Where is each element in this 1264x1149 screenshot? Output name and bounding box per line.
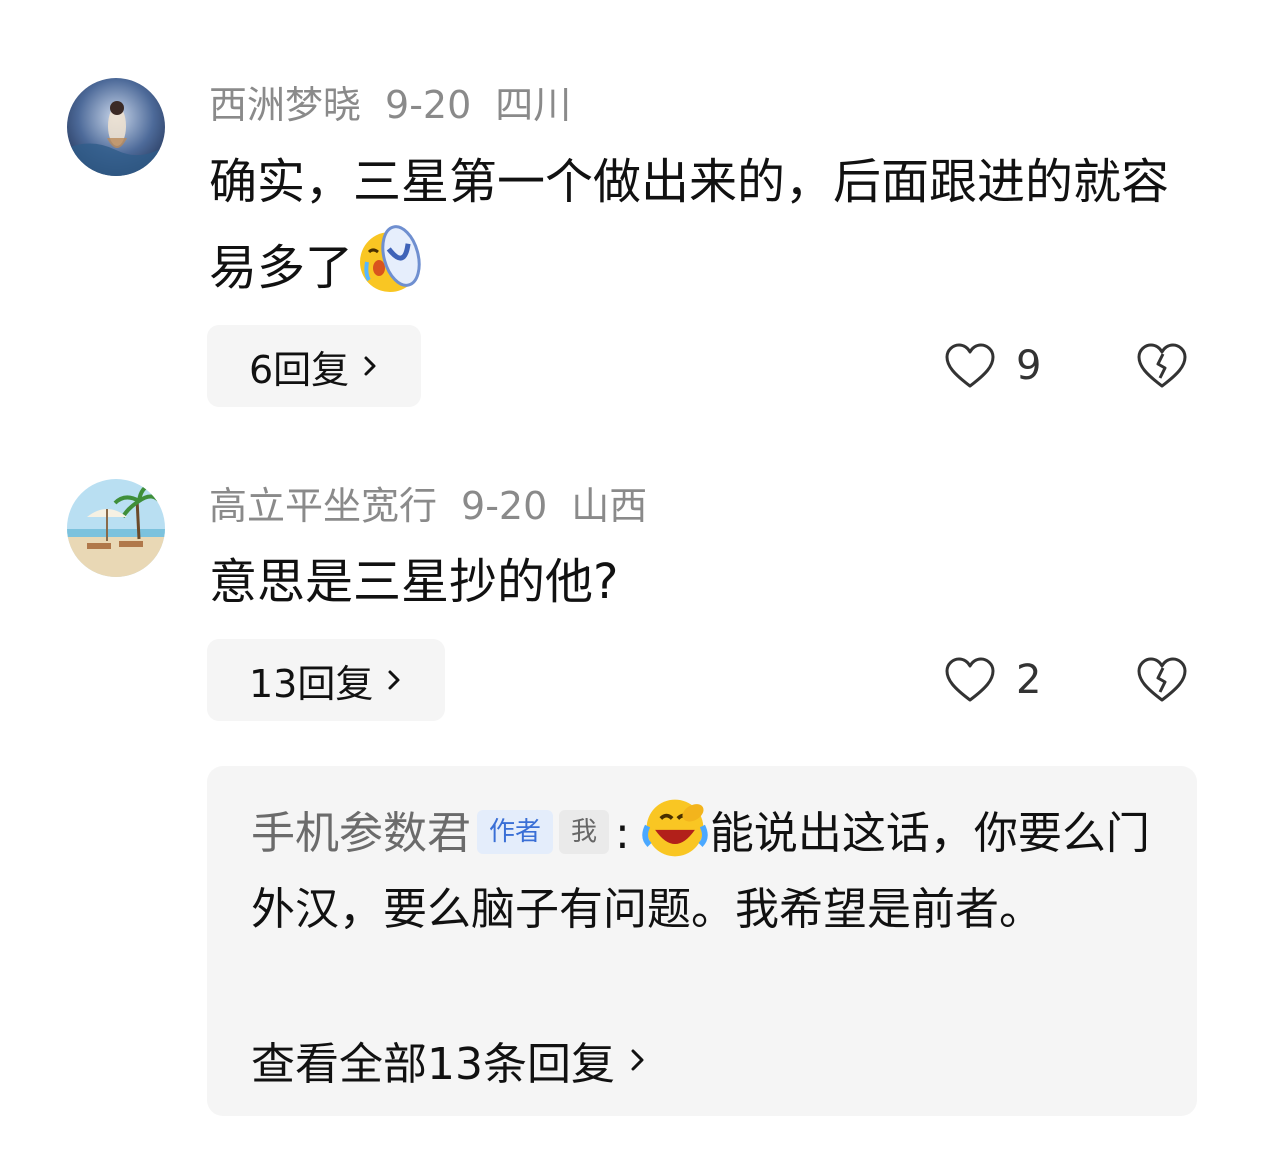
- comment-location: 山西: [571, 484, 648, 528]
- comment-date: 9-20: [385, 83, 472, 127]
- view-all-label: 查看全部13条回复: [251, 1039, 615, 1090]
- replies-button[interactable]: 6回复: [207, 325, 422, 407]
- avatar[interactable]: [67, 78, 165, 176]
- sub-reply-colon: :: [615, 808, 630, 859]
- comment-date: 9-20: [461, 484, 548, 528]
- laughing-crying-emoji-icon: [642, 799, 708, 857]
- crying-flip-flop-emoji-icon: [360, 225, 421, 292]
- comment-location: 四川: [495, 83, 572, 127]
- comment-text: 确实，三星第一个做出来的，后面跟进的就容易多了: [209, 142, 1189, 308]
- like-count: 2: [1016, 657, 1042, 703]
- comment-meta: 高立平坐宽行 9-20 山西: [209, 484, 671, 528]
- avatar[interactable]: [67, 479, 165, 577]
- like-button[interactable]: 9: [944, 342, 1041, 390]
- author-name[interactable]: 高立平坐宽行: [209, 484, 437, 528]
- sub-reply-author[interactable]: 手机参数君: [251, 808, 471, 859]
- heart-icon: [945, 343, 995, 388]
- sub-reply[interactable]: 手机参数君 作者我: 能说出这话，你要么门外汉，要么脑子有问题。我希望是前者。: [251, 792, 1171, 948]
- like-count: 9: [1016, 343, 1042, 389]
- heart-icon: [945, 657, 995, 702]
- replies-label: 13回复: [249, 661, 374, 706]
- like-button[interactable]: 2: [944, 656, 1041, 704]
- view-all-replies-link[interactable]: 查看全部13条回复: [251, 1028, 649, 1092]
- replies-button[interactable]: 13回复: [207, 639, 446, 721]
- me-badge: 我: [559, 810, 610, 854]
- chevron-right-icon: [364, 356, 376, 376]
- chevron-right-icon: [388, 670, 400, 690]
- author-badge: 作者: [477, 810, 554, 854]
- comment-text-content: 意思是三星抄的他?: [209, 554, 619, 610]
- replies-label: 6回复: [249, 347, 350, 392]
- chevron-right-icon: [631, 1049, 644, 1071]
- broken-heart-icon[interactable]: [1136, 342, 1188, 390]
- comment-meta: 西洲梦晓 9-20 四川: [209, 83, 595, 127]
- broken-heart-icon[interactable]: [1136, 656, 1188, 704]
- comment-text: 意思是三星抄的他?: [209, 542, 1189, 622]
- author-name[interactable]: 西洲梦晓: [209, 83, 361, 127]
- sub-reply-panel: 手机参数君 作者我: 能说出这话，你要么门外汉，要么脑子有问题。我希望是前者。 查…: [207, 766, 1197, 1116]
